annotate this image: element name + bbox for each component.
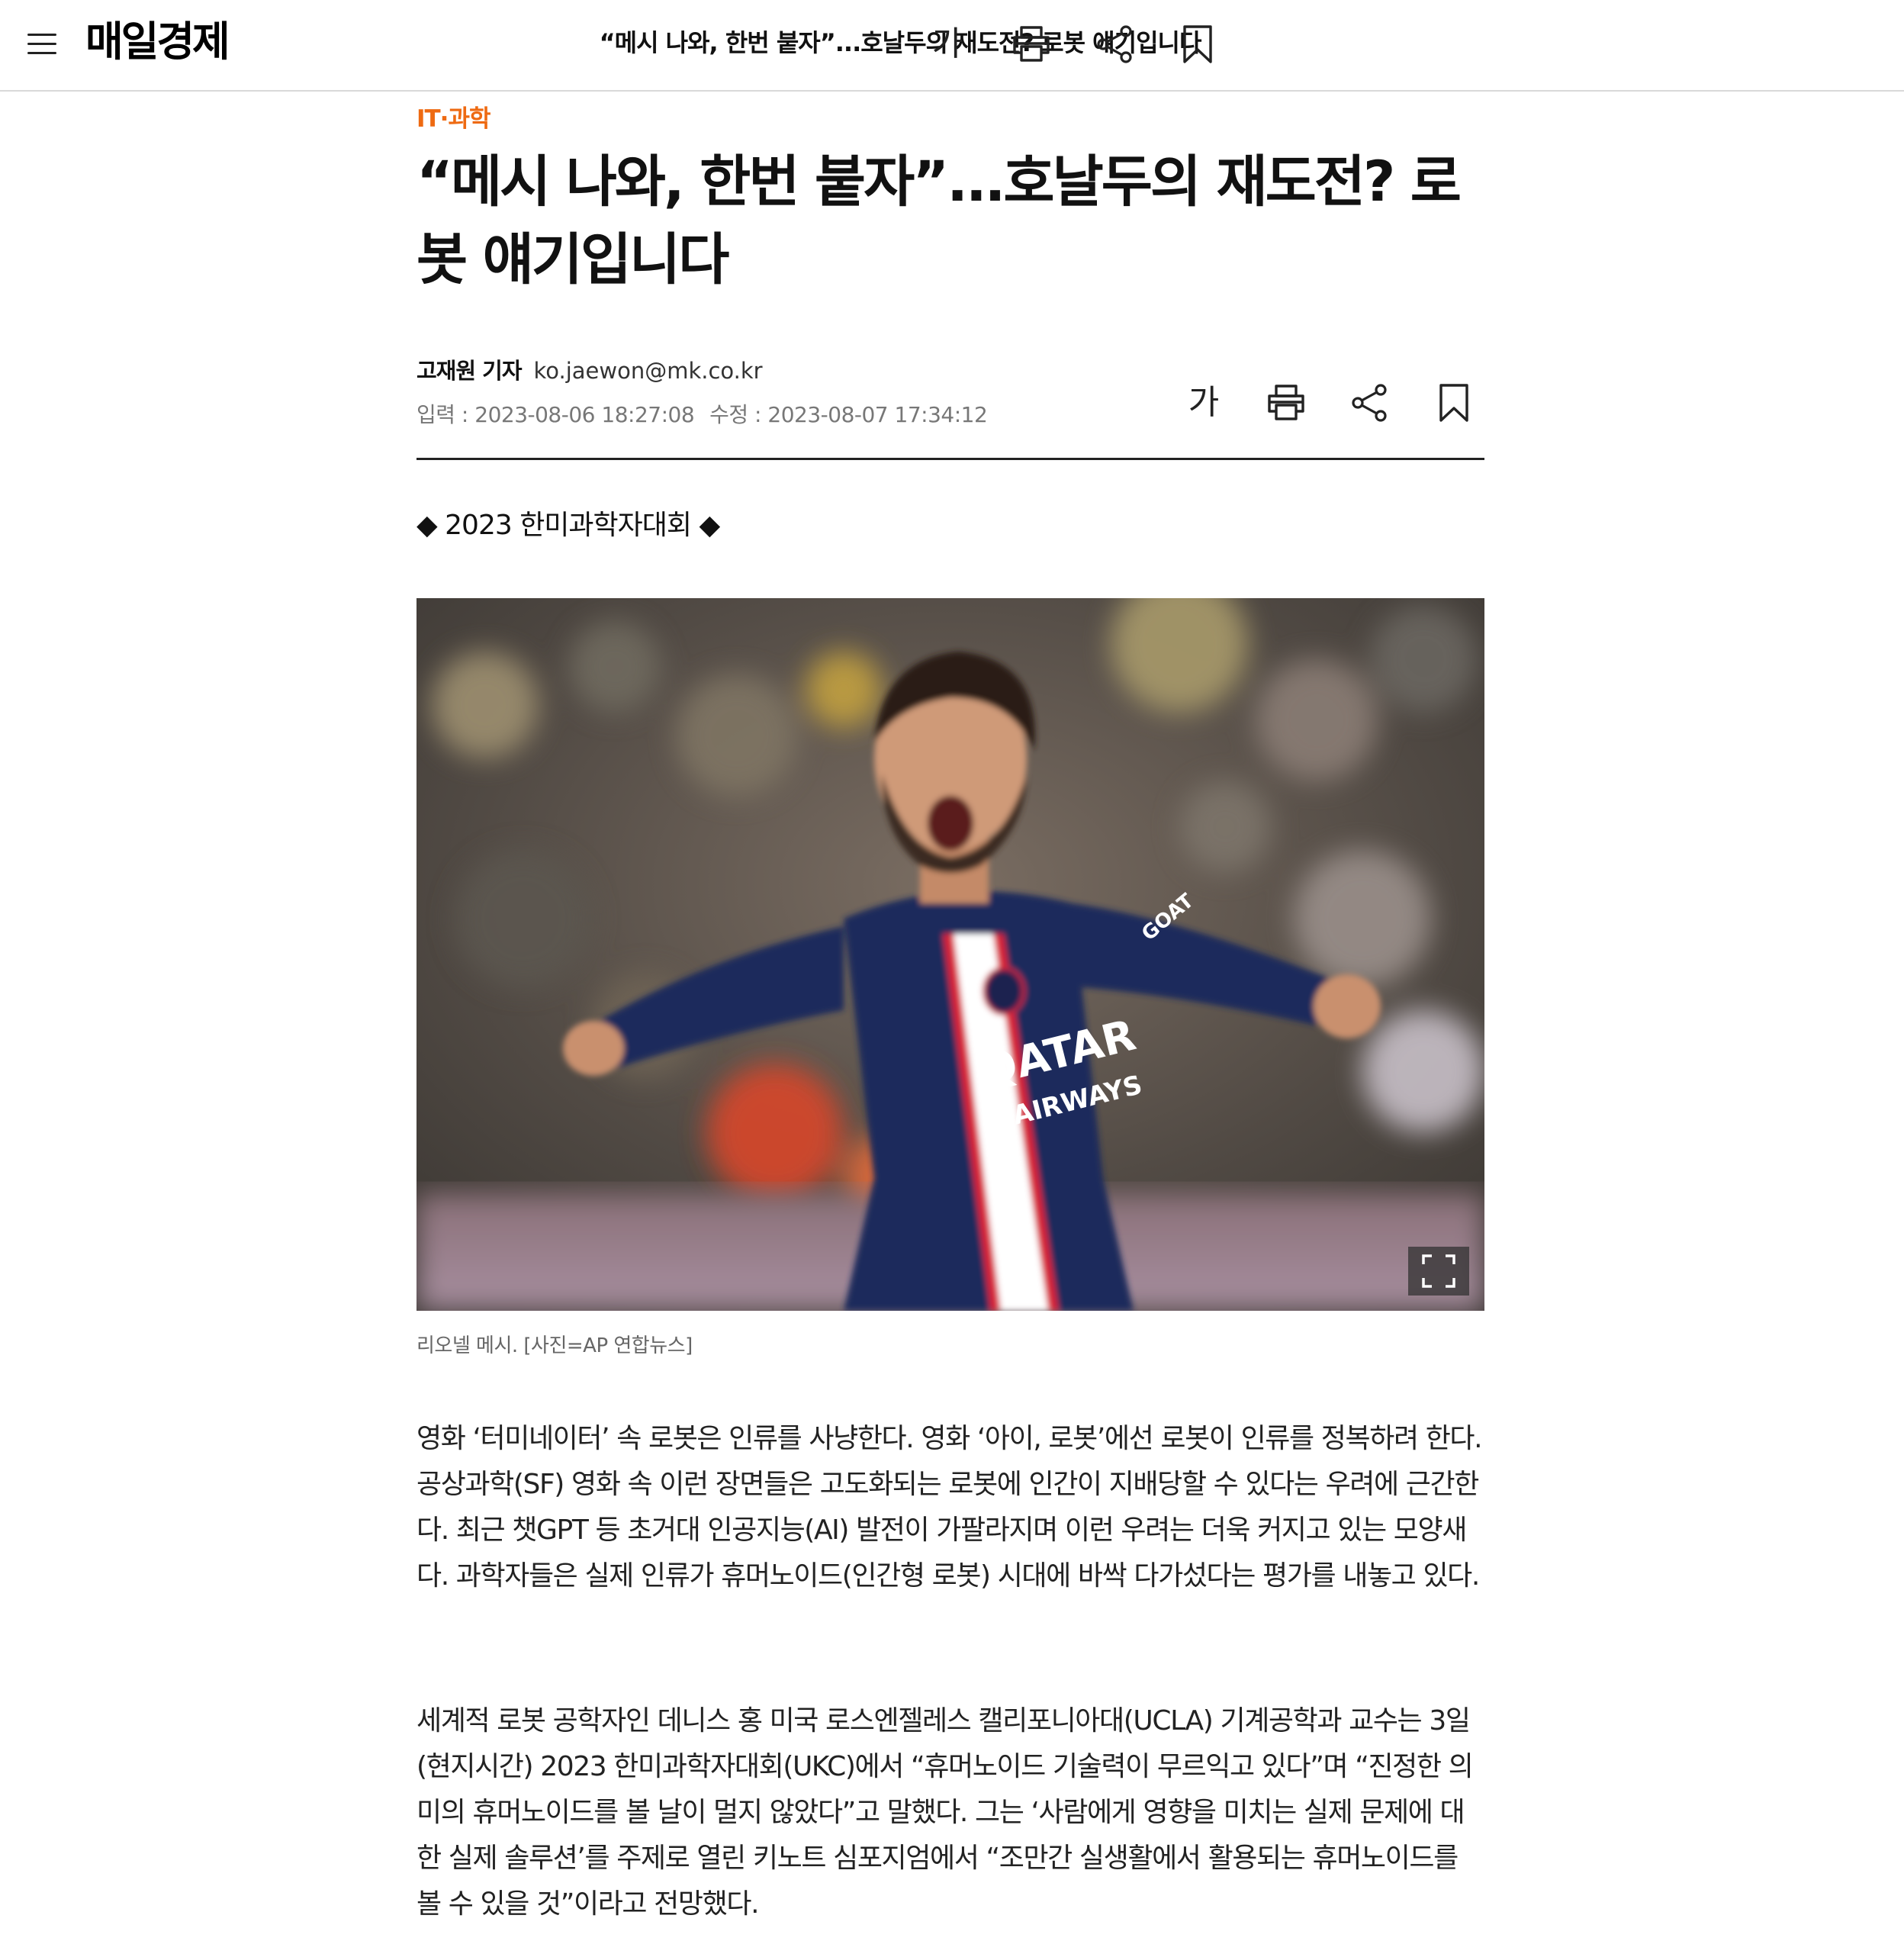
expand-icon: [1422, 1254, 1455, 1288]
header-article-title: “메시 나와, 한번 붙자”...호날두의 재도전? 로봇 얘기입니다: [599, 28, 1202, 57]
article-subhead: ◆ 2023 한미과학자대회 ◆: [416, 510, 720, 541]
article-print-button[interactable]: [1262, 378, 1311, 427]
share-button[interactable]: [1091, 20, 1140, 69]
article-dates: 입력 : 2023-08-06 18:27:08 수정 : 2023-08-07 …: [416, 400, 988, 430]
print-icon: [1268, 385, 1304, 420]
font-size-icon: 가: [1188, 383, 1220, 422]
bookmark-icon: [1183, 25, 1212, 63]
print-button[interactable]: [1007, 20, 1056, 69]
print-icon: [1013, 26, 1050, 62]
photo-caption: 리오넬 메시. [사진=AP 연합뉴스]: [416, 1334, 693, 1357]
article-paragraph: 세계적 로봇 공학자인 데니스 홍 미국 로스엔젤레스 캘리포니아대(UCLA)…: [416, 1705, 1474, 1920]
article-share-button[interactable]: [1346, 378, 1394, 427]
article-font-size-button[interactable]: 가: [1179, 378, 1228, 427]
expand-photo-button[interactable]: [1408, 1247, 1469, 1296]
header-divider: [416, 458, 1484, 460]
article-headline: “메시 나와, 한번 붙자”...호날두의 재도전? 로봇 얘기입니다: [416, 150, 1462, 292]
reporter-name[interactable]: 고재원 기자: [416, 358, 522, 384]
menu-icon[interactable]: [24, 29, 60, 60]
messi-photo: QATAR AIRWAYS GOAT: [416, 598, 1484, 1311]
article-bookmark-button[interactable]: [1430, 378, 1478, 427]
share-icon: [1097, 25, 1132, 63]
font-size-button[interactable]: 가: [923, 20, 972, 69]
modified-date: 수정 : 2023-08-07 17:34:12: [709, 402, 988, 427]
share-icon: [1352, 384, 1387, 422]
top-bar: 매일경제 “메시 나와, 한번 붙자”...호날두의 재도전? 로봇 얘기입니다…: [0, 0, 1904, 92]
input-date: 입력 : 2023-08-06 18:27:08: [416, 402, 695, 427]
site-logo[interactable]: 매일경제: [85, 17, 230, 67]
font-size-icon: 가: [931, 24, 963, 63]
bookmark-button[interactable]: [1173, 20, 1222, 69]
category-label[interactable]: IT·과학: [416, 102, 490, 136]
article-paragraph: 영화 ‘터미네이터’ 속 로봇은 인류를 사냥한다. 영화 ‘아이, 로봇’에선…: [416, 1423, 1483, 1592]
bookmark-icon: [1439, 384, 1468, 422]
article-photo[interactable]: QATAR AIRWAYS GOAT: [416, 598, 1484, 1311]
byline: 고재원 기자 ko.jaewon@mk.co.kr: [416, 356, 763, 386]
reporter-email[interactable]: ko.jaewon@mk.co.kr: [534, 358, 763, 384]
